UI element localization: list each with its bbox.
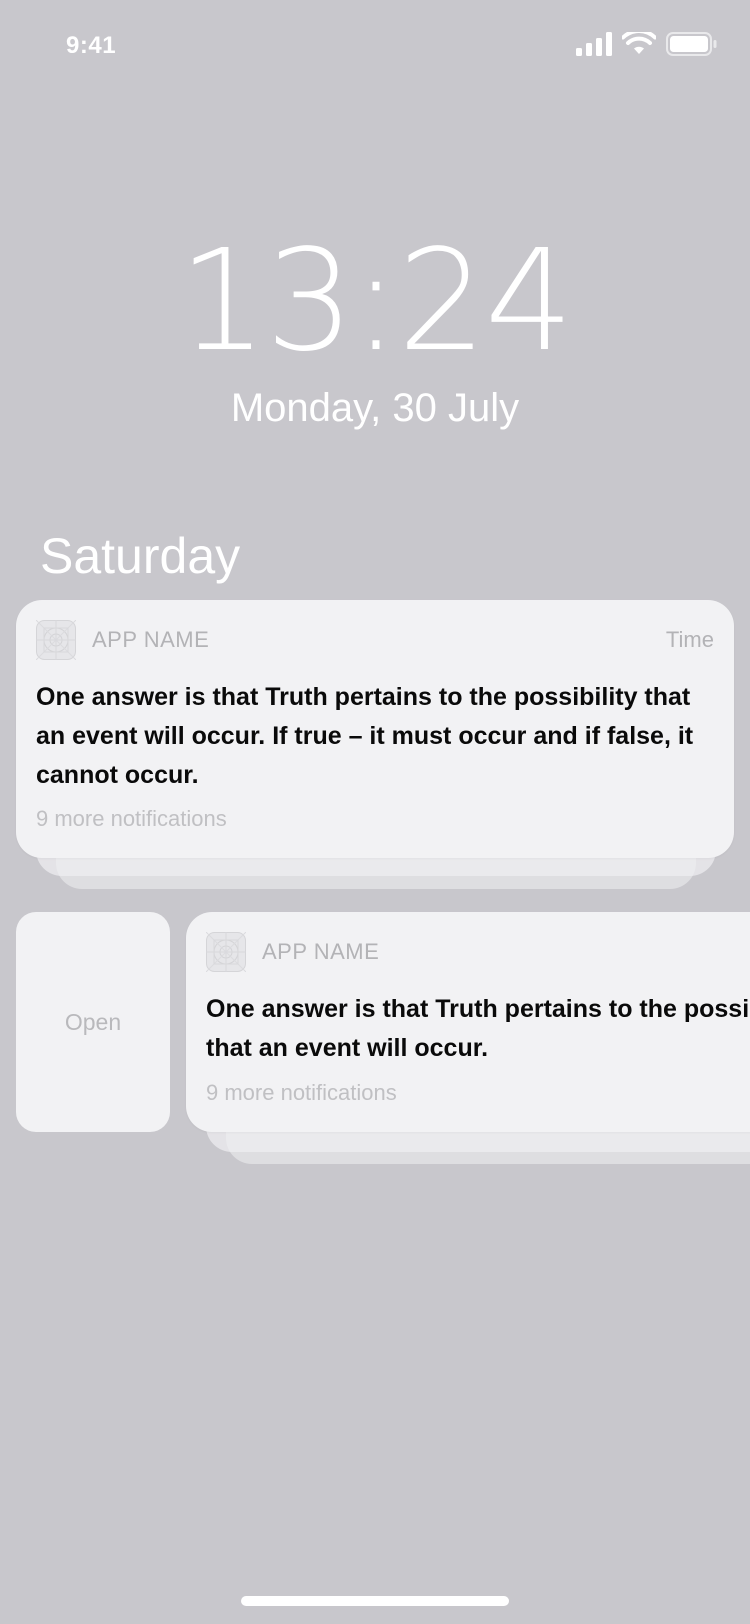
status-time: 9:41 — [66, 32, 117, 59]
open-button[interactable]: Open — [16, 912, 170, 1132]
notification-header: APP NAME — [205, 931, 746, 973]
notification-message: One answer is that Truth pertains to the… — [36, 683, 694, 789]
lock-date: Monday, 30 July — [230, 386, 520, 430]
notification-message: One answer is that Truth pertains to the… — [206, 995, 750, 1062]
notification-group-title: Saturday — [40, 528, 241, 584]
notification-card[interactable]: APP NAME Time One answer is that Truth p… — [16, 600, 734, 858]
battery-icon — [666, 32, 718, 61]
app-icon — [35, 619, 77, 661]
app-name: APP NAME — [262, 939, 380, 964]
app-name: APP NAME — [92, 627, 210, 652]
home-indicator[interactable] — [241, 1596, 509, 1606]
notification-time: Time — [665, 627, 714, 652]
lock-clock: 13:24 — [178, 220, 573, 383]
open-button-label: Open — [64, 1008, 122, 1035]
status-bar: 9:41 — [0, 0, 750, 88]
notification-header: APP NAME Time — [35, 619, 714, 661]
app-icon — [205, 931, 247, 973]
more-notifications: 9 more notifications — [206, 1080, 397, 1105]
wifi-icon — [621, 29, 657, 61]
more-notifications: 9 more notifications — [36, 806, 227, 831]
status-icons — [576, 29, 718, 61]
notification-card-swiped[interactable]: APP NAME One answer is that Truth pertai… — [186, 912, 750, 1132]
cellular-signal-icon — [576, 32, 612, 61]
